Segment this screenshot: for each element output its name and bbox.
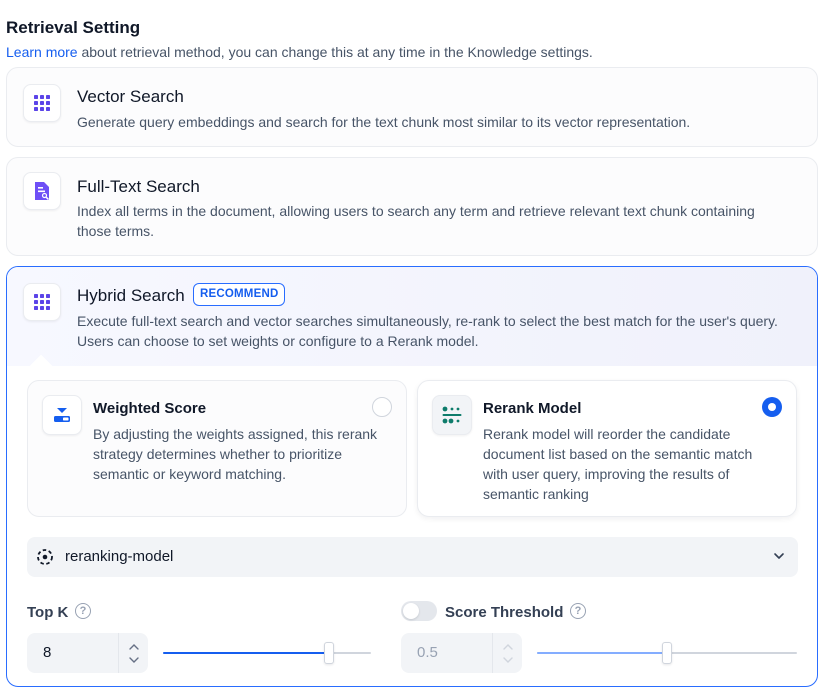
score-threshold-toggle[interactable]: [401, 601, 437, 621]
document-search-icon: [23, 172, 61, 210]
score-threshold-help-icon[interactable]: ?: [570, 603, 586, 619]
score-threshold-label: Score Threshold: [445, 604, 564, 621]
top-k-value: 8: [43, 644, 52, 661]
vector-search-description: Generate query embeddings and search for…: [77, 114, 691, 130]
subtitle-text: about retrieval method, you can change t…: [77, 44, 593, 60]
top-k-slider-fill: [163, 652, 329, 654]
rerank-model-select[interactable]: reranking-model: [27, 537, 798, 577]
score-threshold-input[interactable]: 0.5: [401, 633, 522, 673]
fulltext-search-description: Index all terms in the document, allowin…: [77, 203, 755, 239]
weighted-score-title: Weighted Score: [93, 400, 207, 417]
grid-icon: [23, 283, 61, 321]
hybrid-search-option[interactable]: Hybrid Search RECOMMEND Execute full-tex…: [6, 266, 818, 687]
score-threshold-slider[interactable]: [537, 642, 797, 664]
top-k-input[interactable]: 8: [27, 633, 148, 673]
page-title: Retrieval Setting: [6, 18, 141, 37]
top-k-label: Top K: [27, 604, 69, 621]
score-threshold-value: 0.5: [417, 644, 438, 661]
weighted-score-radio[interactable]: [372, 397, 392, 417]
rerank-model-description: Rerank model will reorder the candidate …: [483, 426, 753, 502]
score-threshold-slider-fill: [537, 652, 667, 654]
top-k-slider[interactable]: [163, 642, 371, 664]
hybrid-search-title: Hybrid Search: [77, 286, 185, 305]
vector-search-title: Vector Search: [77, 87, 184, 106]
score-threshold-stepper[interactable]: [492, 633, 522, 673]
recommend-badge: RECOMMEND: [193, 283, 286, 306]
learn-more-link[interactable]: Learn more: [6, 44, 78, 60]
model-icon: [35, 547, 55, 572]
page-subtitle: Learn more about retrieval method, you c…: [6, 44, 593, 60]
weighted-score-icon: [42, 395, 82, 435]
rerank-icon: [432, 395, 472, 435]
top-k-stepper[interactable]: [118, 633, 148, 673]
fulltext-search-title: Full-Text Search: [77, 177, 200, 196]
rerank-model-radio[interactable]: [762, 397, 782, 417]
grid-icon: [23, 84, 61, 122]
chevron-down-icon: [772, 549, 786, 568]
rerank-model-name: reranking-model: [65, 548, 174, 565]
vector-search-option[interactable]: Vector Search Generate query embeddings …: [6, 67, 818, 147]
top-k-help-icon[interactable]: ?: [75, 603, 91, 619]
top-k-slider-thumb[interactable]: [324, 642, 334, 664]
weighted-score-option[interactable]: Weighted Score By adjusting the weights …: [27, 380, 407, 517]
fulltext-search-option[interactable]: Full-Text Search Index all terms in the …: [6, 157, 818, 256]
hybrid-search-description: Execute full-text search and vector sear…: [77, 313, 778, 349]
score-threshold-slider-thumb[interactable]: [662, 642, 672, 664]
weighted-score-description: By adjusting the weights assigned, this …: [93, 426, 378, 482]
rerank-model-title: Rerank Model: [483, 400, 582, 417]
rerank-model-option[interactable]: Rerank Model Rerank model will reorder t…: [417, 380, 797, 517]
